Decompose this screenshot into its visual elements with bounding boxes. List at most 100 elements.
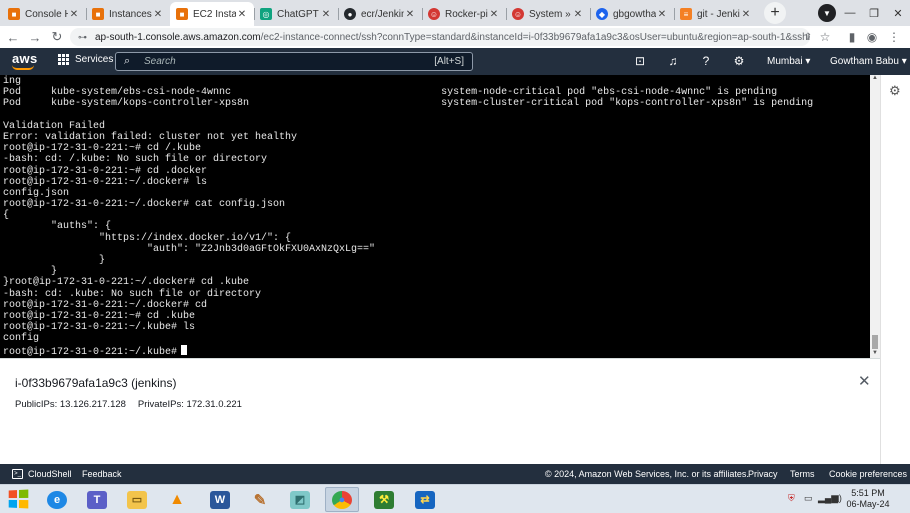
tab-title: git - Jenkin (697, 8, 740, 20)
browser-tab[interactable]: ● ecr/Jenkins ✕ (338, 2, 422, 26)
terminal-scrollbar[interactable]: ▲ ▼ (870, 75, 880, 358)
forward-arrow-icon[interactable]: → (24, 30, 46, 45)
scroll-up-icon[interactable]: ▲ (870, 75, 880, 83)
terminal-line: ing (3, 76, 22, 87)
close-icon[interactable]: ✕ (320, 9, 332, 20)
terminal-line: }root@ip-172-31-0-221:~/.docker# cd .kub… (3, 277, 250, 289)
chatgpt-icon: ◎ (260, 8, 272, 20)
aws-top-nav: aws Services ⌕ Search [Alt+S] ⊡ ♫ ? ⚙ Mu… (0, 48, 910, 75)
docker-icon: ◆ (596, 8, 608, 20)
tab-title: System » Gl (529, 8, 572, 20)
right-utility-panel: ⚙ (880, 75, 910, 465)
close-icon[interactable]: ✕ (404, 9, 416, 20)
url-host: ap-south-1.console.aws.amazon.com (95, 31, 261, 43)
url-input[interactable]: ⊶ ap-south-1.console.aws.amazon.com /ec2… (70, 28, 810, 46)
aws-smile-icon (12, 65, 34, 70)
services-menu[interactable]: Services (58, 54, 113, 65)
antivirus-tray-icon[interactable]: ⛨ (788, 493, 795, 504)
browser-tab[interactable]: ◆ gbgowtham ✕ (590, 2, 674, 26)
account-menu[interactable]: Gowtham Babu ▾ (830, 56, 907, 67)
close-icon[interactable]: ✕ (740, 9, 752, 20)
feedback-link[interactable]: Feedback (82, 469, 122, 479)
browser-tab[interactable]: ■ Instances | ✕ (86, 2, 170, 26)
network-share-icon[interactable]: ⇄ (408, 487, 442, 512)
settings-gear-icon[interactable]: ⚙ (889, 83, 901, 99)
github-icon: ● (344, 8, 356, 20)
network-tray-icon[interactable]: ▭ (804, 493, 813, 504)
terminal-line: Error: validation failed: cluster not ye… (3, 131, 298, 143)
side-panel-icon[interactable]: ▮ (842, 26, 862, 48)
terminal-line: root@ip-172-31-0-221:~# cd .docker (3, 165, 208, 177)
remote-tool-icon[interactable]: ⚒ (367, 487, 401, 512)
close-icon[interactable]: ✕ (236, 9, 248, 20)
bell-icon[interactable]: ♫ (665, 54, 681, 68)
terminal-line: } (3, 266, 58, 278)
back-arrow-icon[interactable]: ← (2, 30, 24, 45)
teams-icon[interactable]: T (80, 487, 114, 512)
ssh-terminal[interactable]: ing Pod kube-system/ebs-csi-node-4wnnc sy… (0, 75, 870, 358)
taskbar-clock[interactable]: 5:51 PM 06-May-24 (842, 488, 894, 510)
browser-tab[interactable]: ◎ ChatGPT ✕ (254, 2, 338, 26)
close-icon[interactable]: ✕ (858, 372, 871, 390)
search-input[interactable]: ⌕ Search [Alt+S] (115, 52, 473, 71)
terminal-line: root@ip-172-31-0-221:~# cd /.kube (3, 143, 202, 155)
scrollbar-thumb[interactable] (872, 335, 878, 349)
chrome-icon[interactable]: ● (325, 487, 359, 512)
browser-tab[interactable]: ■ Console Ho ✕ (2, 2, 86, 26)
close-icon[interactable]: ✕ (152, 9, 164, 20)
new-tab-button[interactable]: + (764, 2, 786, 24)
browser-tab-active[interactable]: ■ EC2 Instanc ✕ (170, 2, 254, 26)
cloudshell-icon[interactable]: ⊡ (632, 54, 648, 68)
help-icon[interactable]: ? (698, 54, 714, 68)
notes-icon[interactable]: ◩ (283, 487, 317, 512)
search-icon: ⌕ (124, 55, 131, 67)
scroll-down-icon[interactable]: ▼ (870, 350, 880, 358)
minimize-icon[interactable]: — (838, 0, 862, 26)
terminal-line: root@ip-172-31-0-221:~# cd .kube (3, 310, 196, 322)
tab-search-button[interactable]: ▼ (818, 4, 836, 22)
gear-icon[interactable]: ⚙ (731, 54, 747, 68)
cookie-preferences-link[interactable]: Cookie preferences (829, 469, 907, 479)
word-icon[interactable]: W (203, 487, 237, 512)
aws-footer: >_ CloudShell Feedback © 2024, Amazon We… (0, 464, 910, 484)
tab-title: Console Ho (25, 8, 68, 20)
close-icon[interactable]: ✕ (572, 9, 584, 20)
restore-icon[interactable]: ❐ (862, 0, 886, 26)
terminal-line: } (3, 255, 106, 266)
browser-tab[interactable]: ☺ System » Gl ✕ (506, 2, 590, 26)
internet-explorer-icon[interactable]: e (40, 487, 74, 512)
close-icon[interactable]: ✕ (68, 9, 80, 20)
search-placeholder: Search (144, 56, 176, 67)
services-label: Services (75, 54, 114, 65)
close-icon[interactable]: ✕ (656, 9, 668, 20)
terminal-line: root@ip-172-31-0-221:~/.docker# cd (3, 299, 208, 311)
bookmark-star-icon[interactable]: ☆ (815, 26, 835, 48)
volume-icon[interactable]: ◁) (832, 493, 842, 504)
tab-title: EC2 Instanc (193, 8, 236, 20)
paint-icon[interactable]: ✎ (243, 487, 277, 512)
close-window-icon[interactable]: ✕ (886, 0, 910, 26)
terminal-line: root@ip-172-31-0-221:~/.docker# ls (3, 176, 208, 188)
file-explorer-icon[interactable]: ▭ (120, 487, 154, 512)
region-selector[interactable]: Mumbai ▾ (767, 56, 810, 67)
jenkins-icon: ☺ (512, 8, 524, 20)
clock-date: 06-May-24 (846, 499, 890, 509)
windows-start-icon[interactable] (8, 489, 29, 509)
windows-taskbar: e T ▭ ▲ W ✎ ◩ ● ⚒ ⇄ ⛨ ▭ ▂▄▆ ◁) 5:51 PM 0… (0, 484, 910, 513)
terms-link[interactable]: Terms (790, 469, 815, 479)
aws-logo[interactable]: aws (12, 51, 37, 66)
profile-avatar[interactable]: ◉ (862, 26, 882, 48)
privacy-link[interactable]: Privacy (748, 469, 778, 479)
jenkins-icon: ☺ (428, 8, 440, 20)
browser-tab[interactable]: ≡ git - Jenkin ✕ (674, 2, 758, 26)
reload-icon[interactable]: ↻ (46, 29, 68, 45)
terminal-line: -bash: cd: /.kube: No such file or direc… (3, 154, 268, 166)
site-info-icon[interactable]: ⊶ (78, 32, 87, 43)
close-icon[interactable]: ✕ (488, 9, 500, 20)
terminal-line: config (3, 333, 40, 345)
cloudshell-button[interactable]: >_ CloudShell (12, 469, 72, 479)
chrome-menu-icon[interactable]: ⋮ (884, 26, 904, 48)
browser-tab[interactable]: ☺ Rocker-pipe ✕ (422, 2, 506, 26)
vlc-icon[interactable]: ▲ (160, 487, 194, 512)
